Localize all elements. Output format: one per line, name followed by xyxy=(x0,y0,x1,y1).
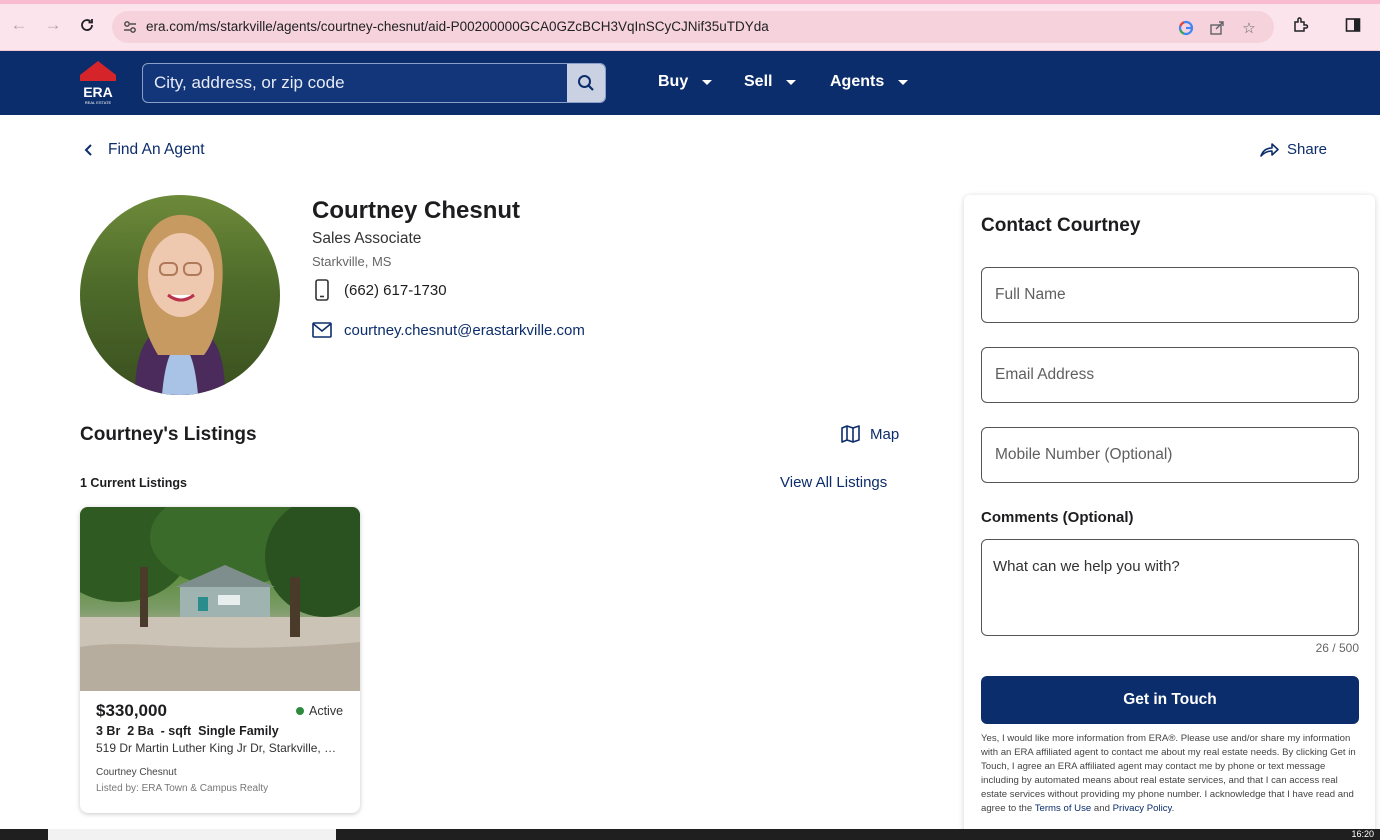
listing-office: Listed by: ERA Town & Campus Realty xyxy=(96,783,269,794)
map-icon xyxy=(841,425,860,443)
browser-toolbar: ← → era.com/ms/starkville/agents/courtne… xyxy=(0,0,1380,51)
site-settings-icon[interactable] xyxy=(122,19,138,35)
status-label: Active xyxy=(309,704,344,718)
agent-email: courtney.chesnut@erastarkville.com xyxy=(344,321,585,339)
privacy-policy-link[interactable]: Privacy Policy xyxy=(1113,803,1172,814)
forward-arrow-icon[interactable]: → xyxy=(42,14,64,36)
search-button[interactable] xyxy=(567,64,605,102)
agent-location: Starkville, MS xyxy=(312,254,392,269)
agent-phone-link[interactable]: (662) 617-1730 xyxy=(312,279,447,301)
listing-card[interactable]: $330,000 Active 3 Br 2 Ba - sqft Single … xyxy=(80,507,360,813)
map-label: Map xyxy=(870,425,900,443)
listings-heading: Courtney's Listings xyxy=(80,424,257,445)
search-box xyxy=(142,63,606,103)
chevron-left-icon xyxy=(84,144,92,156)
listing-photo[interactable] xyxy=(80,507,360,691)
agent-phone: (662) 617-1730 xyxy=(344,281,447,299)
site-header: ERA REAL ESTATE Buy Sell Agents xyxy=(0,51,1380,115)
listing-count: 1 Current Listings xyxy=(80,476,187,490)
side-panel-icon[interactable] xyxy=(1342,14,1364,36)
mobile-phone-icon xyxy=(315,279,329,301)
share-icon xyxy=(1260,142,1279,157)
chevron-down-icon xyxy=(702,79,713,85)
listing-specs: 3 Br 2 Ba - sqft Single Family xyxy=(96,724,279,738)
contact-form-panel: Contact Courtney Comments (Optional) 26 … xyxy=(964,195,1375,835)
find-an-agent-link[interactable]: Find An Agent xyxy=(80,141,205,159)
search-input[interactable] xyxy=(143,64,567,102)
consent-disclaimer: Yes, I would like more information from … xyxy=(981,732,1359,816)
nav-agents[interactable]: Agents xyxy=(830,73,909,91)
agent-title: Sales Associate xyxy=(312,230,422,247)
comments-field[interactable] xyxy=(981,539,1359,636)
listing-agent: Courtney Chesnut xyxy=(96,767,177,778)
mobile-number-field[interactable] xyxy=(981,427,1359,483)
disclaimer-and: and xyxy=(1093,803,1110,814)
taskbar-window-preview[interactable] xyxy=(48,829,336,840)
nav-sell[interactable]: Sell xyxy=(744,73,797,91)
nav-buy[interactable]: Buy xyxy=(658,73,713,91)
agent-name: Courtney Chesnut xyxy=(312,197,521,224)
tab-strip xyxy=(0,0,1380,4)
nav-sell-label: Sell xyxy=(744,73,773,90)
find-an-agent-label: Find An Agent xyxy=(108,141,205,158)
bookmark-star-icon[interactable]: ☆ xyxy=(1240,19,1258,37)
chevron-down-icon xyxy=(786,79,797,85)
google-icon[interactable] xyxy=(1177,19,1195,37)
url-text: era.com/ms/starkville/agents/courtney-ch… xyxy=(146,19,769,34)
share-page-icon[interactable] xyxy=(1208,19,1226,37)
os-taskbar: 16:20 xyxy=(0,829,1380,840)
share-label: Share xyxy=(1287,141,1328,158)
era-logo[interactable]: ERA REAL ESTATE xyxy=(78,59,118,107)
status-dot-icon xyxy=(296,707,304,715)
email-field[interactable] xyxy=(981,347,1359,403)
address-bar[interactable]: era.com/ms/starkville/agents/courtney-ch… xyxy=(112,11,1274,43)
full-name-field[interactable] xyxy=(981,267,1359,323)
terms-of-use-link[interactable]: Terms of Use xyxy=(1035,803,1092,814)
svg-text:ERA: ERA xyxy=(83,84,113,100)
nav-agents-label: Agents xyxy=(830,73,885,90)
comments-label: Comments (Optional) xyxy=(981,509,1134,526)
back-arrow-icon[interactable]: ← xyxy=(8,14,30,36)
reload-icon[interactable] xyxy=(76,14,98,36)
share-button[interactable]: Share xyxy=(1259,141,1327,158)
listing-price: $330,000 xyxy=(96,701,167,720)
agent-email-link[interactable]: courtney.chesnut@erastarkville.com xyxy=(312,321,585,339)
agent-photo xyxy=(80,195,280,395)
listing-address: 519 Dr Martin Luther King Jr Dr, Starkvi… xyxy=(96,741,346,755)
email-icon xyxy=(312,322,332,338)
taskbar-clock: 16:20 xyxy=(1351,829,1374,839)
map-link[interactable]: Map xyxy=(841,425,899,443)
svg-text:REAL ESTATE: REAL ESTATE xyxy=(85,100,112,105)
disclaimer-period: . xyxy=(1171,803,1175,814)
contact-form-title: Contact Courtney xyxy=(981,215,1141,236)
extensions-icon[interactable] xyxy=(1290,14,1312,36)
view-all-listings-link[interactable]: View All Listings xyxy=(780,474,887,491)
status-badge: Active xyxy=(296,704,343,718)
search-icon xyxy=(578,75,594,91)
character-counter: 26 / 500 xyxy=(1315,641,1359,655)
disclaimer-text: Yes, I would like more information from … xyxy=(981,733,1356,814)
nav-buy-label: Buy xyxy=(658,73,689,90)
get-in-touch-button[interactable]: Get in Touch xyxy=(981,676,1359,724)
chevron-down-icon xyxy=(898,79,909,85)
